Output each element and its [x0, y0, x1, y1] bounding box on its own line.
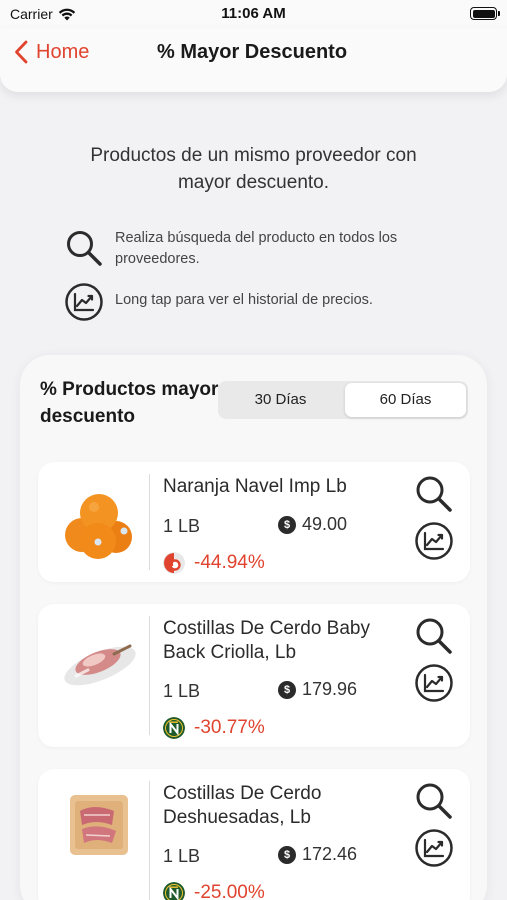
hint-chart: Long tap para ver el historial de precio… — [64, 282, 455, 322]
product-discount: -44.94% — [163, 552, 265, 574]
product-price: $ 172.46 — [278, 844, 357, 865]
product-discount: -30.77% — [163, 717, 265, 739]
product-name: Naranja Navel Imp Lb — [163, 476, 347, 497]
intro-description: Productos de un mismo proveedor con mayo… — [0, 142, 507, 196]
product-name: Costillas De Cerdo Deshuesadas, Lb — [163, 783, 322, 828]
vendor-b-logo — [163, 552, 185, 574]
back-label: Home — [36, 40, 90, 63]
vendor-n-logo — [163, 717, 185, 739]
product-card[interactable]: Costillas De Cerdo Baby Back Criolla, Lb… — [38, 604, 470, 747]
product-image-boneless-pork-ribs — [70, 795, 128, 855]
product-price: $ 49.00 — [278, 514, 347, 535]
search-icon[interactable] — [414, 781, 454, 821]
search-icon[interactable] — [414, 474, 454, 514]
product-discount: -25.00% — [163, 882, 265, 900]
search-icon[interactable] — [414, 616, 454, 656]
dollar-icon: $ — [278, 680, 296, 699]
product-image-pork-ribs — [64, 644, 136, 686]
chart-icon[interactable] — [414, 521, 454, 561]
hint-search-text: Realiza búsqueda del producto en todos l… — [115, 230, 398, 267]
vendor-n-logo — [163, 882, 185, 900]
product-card[interactable]: Naranja Navel Imp Lb 1 LB $ 49.00 -44.94… — [38, 462, 470, 582]
status-time: 11:06 AM — [221, 5, 286, 22]
product-price-value: 172.46 — [302, 844, 358, 864]
status-bar: Carrier 11:06 AM — [0, 0, 507, 28]
card-divider — [149, 474, 150, 570]
search-icon — [67, 231, 102, 266]
intro-line-2: mayor descuento. — [177, 172, 330, 193]
product-name: Costillas De Cerdo Baby Back Criolla, Lb — [163, 618, 370, 663]
discount-products-panel: % Productos mayor descuento 30 Días 60 D… — [20, 355, 487, 900]
chart-icon[interactable] — [414, 828, 454, 868]
chevron-left-icon — [15, 40, 28, 64]
navigation-bar: Home % Mayor Descuento — [0, 28, 507, 92]
segment-60-dias[interactable]: 60 Días — [345, 383, 466, 417]
product-unit: 1 LB — [163, 516, 201, 536]
period-segmented-control: 30 Días 60 Días — [218, 381, 468, 419]
chart-icon[interactable] — [414, 663, 454, 703]
page-title: % Mayor Descuento — [157, 41, 348, 63]
product-image-oranges — [65, 494, 132, 559]
product-card[interactable]: Costillas De Cerdo Deshuesadas, Lb 1 LB … — [38, 769, 470, 900]
battery-icon — [470, 7, 500, 20]
card-divider — [149, 781, 150, 900]
intro-line-1: Productos de un mismo proveedor con — [90, 145, 417, 166]
hint-search: Realiza búsqueda del producto en todos l… — [64, 228, 455, 270]
chart-icon — [65, 283, 103, 321]
hint-chart-text: Long tap para ver el historial de precio… — [115, 292, 373, 308]
discount-percentage: -25.00% — [194, 882, 265, 900]
back-button[interactable]: Home — [14, 40, 89, 64]
panel-title: % Productos mayor descuento — [40, 379, 219, 427]
product-price: $ 179.96 — [278, 679, 357, 700]
discount-percentage: -30.77% — [194, 717, 265, 738]
discount-percentage: -44.94% — [194, 552, 265, 573]
product-unit: 1 LB — [163, 681, 201, 701]
product-price-value: 179.96 — [302, 679, 358, 699]
dollar-icon: $ — [278, 515, 296, 534]
segment-30-dias[interactable]: 30 Días — [220, 383, 341, 417]
dollar-icon: $ — [278, 845, 296, 864]
product-price-value: 49.00 — [302, 514, 348, 534]
product-unit: 1 LB — [163, 846, 201, 866]
card-divider — [149, 616, 150, 735]
